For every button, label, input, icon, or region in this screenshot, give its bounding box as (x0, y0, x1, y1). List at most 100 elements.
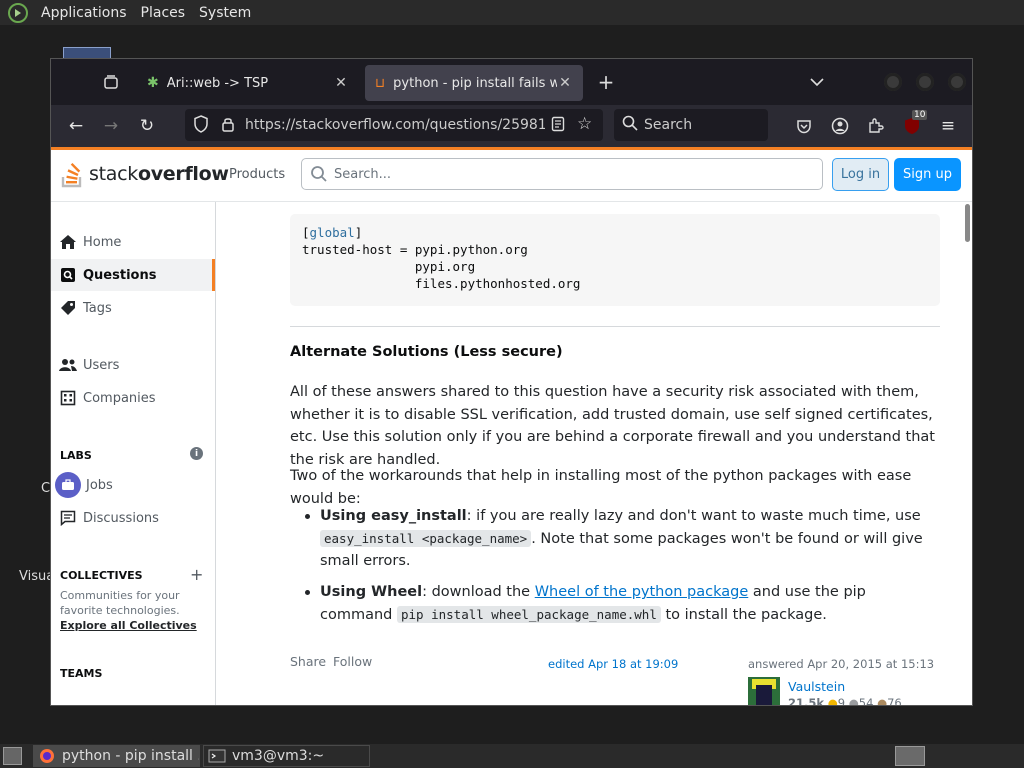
silver-badge-icon: ● (848, 696, 859, 706)
desktop-icon-label[interactable]: Visua (19, 569, 54, 584)
maximize-button[interactable] (916, 73, 934, 91)
forward-icon[interactable]: → (98, 113, 124, 139)
silver-count: 54 (858, 696, 874, 706)
desktop-icon-label[interactable]: C (41, 481, 50, 496)
tab-ariweb[interactable]: ✱ Ari::web -> TSP ✕ (137, 65, 359, 101)
tab-bar: ✱ Ari::web -> TSP ✕ ⊔ python - pip insta… (51, 59, 972, 105)
plus-icon[interactable]: + (190, 565, 203, 584)
code-line: trusted-host = pypi.python.org (302, 242, 528, 257)
user-reputation: 21.5k ●9 ●54 ●76 (788, 696, 902, 706)
collectives-desc-text: Communities for your favorite technologi… (60, 589, 180, 617)
share-link[interactable]: Share (290, 654, 326, 669)
paragraph: All of these answers shared to this ques… (290, 384, 935, 468)
bronze-count: 76 (887, 696, 902, 706)
url-text[interactable]: https://stackoverflow.com/questions/2598… (245, 117, 545, 133)
discussions-icon (59, 509, 77, 527)
pocket-icon[interactable] (791, 113, 817, 139)
answer-content: [global] trusted-host = pypi.python.org … (217, 202, 962, 706)
account-icon[interactable] (827, 113, 853, 139)
sidebar-item-label: Companies (83, 390, 156, 406)
extension-badge: 10 (912, 110, 928, 120)
signup-button[interactable]: Sign up (894, 158, 961, 191)
search-icon (622, 115, 638, 135)
left-sidebar: Home Questions Tags Users Companies LABS… (51, 202, 216, 705)
code-line: pypi.org (302, 259, 476, 274)
taskbar-item-label: vm3@vm3:~ (232, 748, 325, 764)
sidebar-item-tags[interactable]: Tags (51, 292, 215, 324)
reader-view-icon[interactable] (551, 116, 565, 136)
login-button[interactable]: Log in (832, 158, 889, 191)
shield-icon[interactable] (193, 115, 209, 137)
users-icon (59, 356, 77, 374)
explore-collectives-link[interactable]: Explore all Collectives (60, 619, 197, 632)
back-icon[interactable]: ← (63, 113, 89, 139)
sidebar-item-label: Jobs (86, 477, 113, 493)
bookmark-star-icon[interactable]: ☆ (577, 114, 592, 134)
list-tabs-icon[interactable] (802, 67, 832, 97)
browser-search-input[interactable]: Search (614, 109, 768, 141)
sidebar-item-companies[interactable]: Companies (51, 382, 215, 414)
tab-label: python - pip install fails with (393, 75, 557, 91)
scrollbar[interactable] (965, 204, 970, 242)
so-header: stackoverflow Products Search... Log in … (51, 150, 972, 202)
paragraph: Two of the workarounds that help in inst… (290, 468, 912, 507)
browser-window: ✱ Ari::web -> TSP ✕ ⊔ python - pip insta… (50, 58, 973, 706)
bullet-text: : if you are really lazy and don't want … (466, 508, 921, 524)
collectives-heading: COLLECTIVES (60, 569, 143, 582)
avatar[interactable] (748, 677, 780, 705)
sidebar-item-discussions[interactable]: Discussions (51, 502, 215, 534)
system-menu[interactable]: System (192, 5, 258, 21)
products-link[interactable]: Products (229, 167, 285, 182)
taskbar-item-firefox[interactable]: python - pip install ... (33, 745, 200, 767)
stackoverflow-logo[interactable]: stackoverflow (61, 160, 229, 188)
close-tab-icon[interactable]: ✕ (333, 75, 349, 91)
gold-badge-icon: ● (827, 696, 838, 706)
questions-icon (59, 266, 77, 284)
ublock-icon[interactable]: 10 (899, 110, 928, 139)
applications-menu[interactable]: Applications (34, 5, 134, 21)
extensions-icon[interactable] (863, 113, 889, 139)
bronze-badge-icon: ● (877, 696, 888, 706)
so-search-input[interactable]: Search... (301, 158, 823, 190)
user-name[interactable]: Vaulstein (788, 679, 845, 694)
close-window-button[interactable] (948, 73, 966, 91)
info-icon[interactable]: i (190, 447, 203, 460)
inline-code: easy_install <package_name> (320, 529, 532, 547)
list-item: Using Wheel: download the Wheel of the p… (305, 581, 940, 626)
sidebar-item-label: Users (83, 357, 120, 373)
labs-heading: LABS (60, 449, 92, 462)
terminal-icon (208, 748, 226, 764)
minimize-button[interactable] (884, 73, 902, 91)
reputation-score: 21.5k (788, 696, 825, 706)
wheel-link[interactable]: Wheel of the python package (535, 584, 749, 600)
sidebar-item-questions[interactable]: Questions (51, 259, 215, 291)
inline-code: pip install wheel_package_name.whl (396, 605, 661, 623)
bullet-text: : download the (422, 584, 535, 600)
follow-link[interactable]: Follow (333, 654, 372, 669)
tag-icon (59, 299, 77, 317)
logo-text-stack: stack (89, 163, 138, 185)
menu-icon[interactable]: ≡ (935, 113, 961, 139)
tab-overview-icon[interactable] (96, 67, 126, 97)
bullet-text: to install the package. (660, 606, 827, 623)
sidebar-item-home[interactable]: Home (51, 226, 215, 258)
taskbar-item-terminal[interactable]: vm3@vm3:~ (203, 745, 370, 767)
url-bar[interactable]: https://stackoverflow.com/questions/2598… (185, 109, 603, 141)
code-block: [global] trusted-host = pypi.python.org … (290, 214, 940, 306)
distro-logo-icon[interactable] (8, 2, 28, 23)
section-heading: Alternate Solutions (Less secure) (290, 344, 563, 360)
show-desktop-button[interactable] (3, 747, 22, 765)
taskbar: python - pip install ... vm3@vm3:~ (0, 744, 1024, 768)
gold-count: 9 (837, 696, 846, 706)
close-tab-icon[interactable]: ✕ (557, 75, 573, 91)
workspace-switcher[interactable] (895, 746, 925, 766)
sidebar-item-jobs[interactable]: Jobs (51, 469, 215, 501)
edited-link[interactable]: edited Apr 18 at 19:09 (548, 657, 678, 671)
new-tab-button[interactable]: + (591, 67, 621, 97)
sidebar-item-users[interactable]: Users (51, 349, 215, 381)
reload-icon[interactable]: ↻ (134, 113, 160, 139)
tab-stackoverflow[interactable]: ⊔ python - pip install fails with ✕ (365, 65, 583, 101)
lock-icon[interactable] (221, 116, 235, 136)
places-menu[interactable]: Places (134, 5, 193, 21)
so-search-placeholder: Search... (334, 167, 392, 182)
